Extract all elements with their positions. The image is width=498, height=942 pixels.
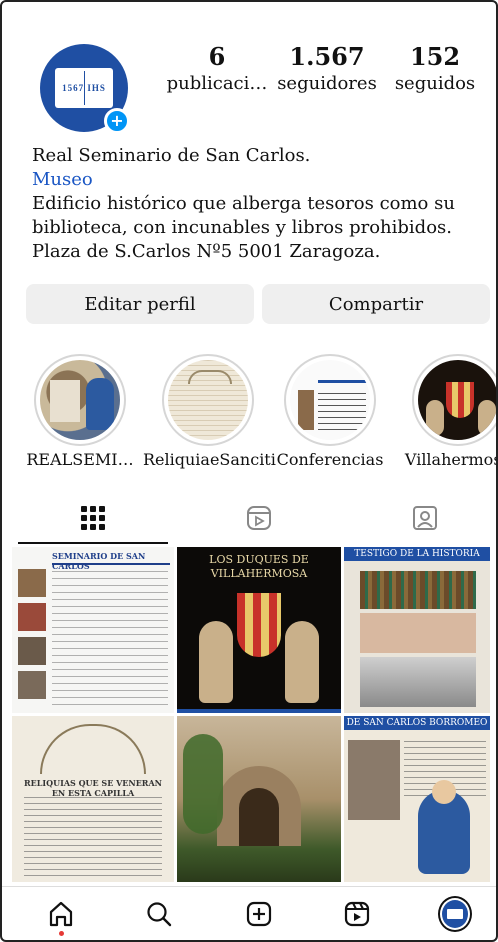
statue-left: [426, 400, 444, 436]
church-photo: [348, 740, 400, 820]
palm-tree: [183, 734, 223, 834]
edit-profile-button[interactable]: Editar perfil: [26, 284, 254, 324]
highlight-name: REALSEMI…: [26, 450, 134, 469]
profile-avatar-small: [438, 896, 472, 932]
portrait: [18, 637, 46, 665]
highlight-ring: [162, 354, 254, 446]
post-tile[interactable]: [177, 716, 341, 882]
post-text-lines: [52, 571, 168, 705]
post-title: TESTIGO DE LA HISTORIA: [344, 547, 490, 561]
highlight-ring: [284, 354, 376, 446]
share-profile-button[interactable]: Compartir: [262, 284, 490, 324]
post-tile[interactable]: SEMINARIO DE SAN CARLOS: [12, 547, 174, 713]
grid-tab-icon[interactable]: [80, 505, 106, 531]
profile-category[interactable]: Museo: [32, 168, 482, 192]
active-tab-indicator: [18, 542, 168, 544]
following-count-value: 152: [409, 42, 461, 71]
profile-name: Real Seminario de San Carlos.: [32, 145, 311, 166]
post-tile[interactable]: RELIQUIAS QUE SE VENERAN EN ESTA CAPILLA: [12, 716, 174, 882]
portrait: [18, 603, 46, 631]
following-count[interactable]: 152 seguidos: [388, 42, 482, 96]
post-title: SEMINARIO DE SAN CARLOS: [52, 551, 146, 571]
highlight-cover: [418, 360, 496, 440]
nav-profile[interactable]: [438, 896, 472, 932]
title-rule: [52, 563, 170, 565]
arch-drawing: [188, 370, 232, 384]
library-shelves: [360, 571, 476, 609]
nav-create[interactable]: [242, 897, 276, 931]
post-tile[interactable]: LOS DUQUES DE VILLAHERMOSA: [177, 547, 341, 713]
portrait: [18, 569, 46, 597]
highlight-villahermosa[interactable]: Villahermosa: [405, 354, 496, 469]
profile-bio: Real Seminario de San Carlos. Museo Edif…: [32, 144, 482, 264]
highlight-ring: [34, 354, 126, 446]
madonna-head: [432, 780, 456, 804]
reels-icon: [344, 901, 370, 927]
text-lines: [318, 390, 366, 430]
highlight-realsemi[interactable]: REALSEMI…: [26, 354, 134, 469]
followers-count-value: 1.567: [289, 42, 365, 71]
highlight-cover: [168, 360, 248, 440]
posts-count[interactable]: 6 publicaci…: [162, 42, 272, 96]
highlight-conferencias[interactable]: Conferencias: [277, 354, 383, 469]
highlight-cover: [290, 360, 370, 440]
title-bar: [318, 380, 368, 383]
highlight-reliquiae[interactable]: ReliquiaeSanciti: [143, 354, 276, 469]
doorway: [239, 788, 279, 846]
statue-right: [478, 400, 496, 436]
post-tile[interactable]: DE SAN CARLOS BORROMEO: [344, 716, 490, 882]
post-title: LOS DUQUES DE VILLAHERMOSA: [209, 553, 309, 580]
avatar-logo: 1567 IHS: [55, 68, 113, 108]
tagged-tab-icon[interactable]: [412, 505, 438, 531]
highlight-name: ReliquiaeSanciti: [143, 450, 276, 469]
highlight-name: Conferencias: [276, 450, 384, 469]
statue-left: [199, 621, 233, 703]
avatar-logo-text: 1567 IHS: [62, 83, 106, 93]
madonna-figure: [86, 378, 114, 430]
post-tile[interactable]: TESTIGO DE LA HISTORIA: [344, 547, 490, 713]
home-icon: [49, 901, 73, 927]
highlight-ring: [412, 354, 496, 446]
portrait: [18, 671, 46, 699]
posts-count-label: publicaci…: [166, 73, 268, 94]
bottom-nav: [2, 886, 496, 940]
portrait-strip: [298, 390, 314, 430]
followers-count-label: seguidores: [277, 73, 377, 94]
coat-of-arms: [446, 382, 474, 418]
bio-line: Edificio histórico que alberga tesoros c…: [32, 193, 455, 214]
bottom-band: [177, 709, 341, 713]
bio-line: biblioteca, con incunables y libros proh…: [32, 217, 453, 238]
add-story-plus-icon[interactable]: +: [104, 108, 130, 134]
edit-profile-label: Editar perfil: [84, 293, 196, 315]
nav-search[interactable]: [142, 897, 176, 931]
reels-tab-icon[interactable]: [246, 505, 272, 531]
relief-panel: [360, 613, 476, 653]
search-icon: [147, 902, 172, 927]
nav-home[interactable]: [44, 897, 78, 931]
post-text-lines: [24, 794, 162, 876]
chapel-arch: [40, 724, 146, 774]
bio-line: Plaza de S.Carlos Nº5 5001 Zaragoza.: [32, 241, 381, 262]
following-count-label: seguidos: [394, 73, 476, 94]
notification-dot: [59, 931, 64, 936]
post-title: DE SAN CARLOS BORROMEO: [344, 716, 490, 730]
coat-of-arms: [237, 593, 281, 657]
profile-screen: 1567 IHS + 6 publicaci… 1.567 seguidores…: [0, 0, 498, 942]
statue-right: [285, 621, 319, 703]
create-post-icon: [246, 901, 272, 927]
building-photo: [360, 657, 476, 707]
highlight-name: Villahermosa: [404, 450, 496, 469]
post-grid: SEMINARIO DE SAN CARLOS LOS DUQUES DE VI…: [12, 547, 490, 883]
document-page: [50, 380, 80, 422]
profile-avatar-small-fill: [442, 900, 468, 928]
share-profile-label: Compartir: [328, 293, 424, 315]
followers-count[interactable]: 1.567 seguidores: [274, 42, 380, 96]
book-icon: [447, 909, 463, 919]
posts-count-value: 6: [208, 42, 226, 71]
nav-reels[interactable]: [340, 897, 374, 931]
highlight-cover: [40, 360, 120, 440]
